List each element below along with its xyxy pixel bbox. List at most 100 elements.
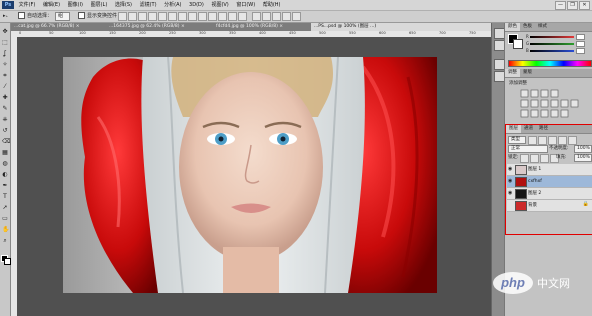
3d-roll-icon[interactable] [262, 12, 271, 21]
3d-slide-icon[interactable] [282, 12, 291, 21]
tab-masks[interactable]: 蒙版 [520, 69, 535, 77]
layer-row[interactable]: ◉ 图层 2 [507, 188, 592, 200]
tab-channels[interactable]: 通道 [521, 125, 536, 133]
filter-smart-icon[interactable] [568, 136, 577, 145]
magic-wand-icon[interactable]: ✧ [2, 62, 8, 68]
blue-slider[interactable]: B [526, 48, 585, 54]
eye-icon[interactable]: ◉ [508, 179, 513, 184]
distribute-top-icon[interactable] [178, 12, 187, 21]
align-left-icon[interactable] [148, 12, 157, 21]
menu-file[interactable]: 文件(F) [19, 0, 36, 10]
distribute-center-icon[interactable] [188, 12, 197, 21]
align-right-icon[interactable] [168, 12, 177, 21]
layer-row[interactable]: ◉ 图层 1 [507, 164, 592, 176]
document-tab[interactable]: ...164375.jpg @ 62.4% (RGB/8) × [106, 23, 217, 31]
red-track[interactable] [530, 36, 574, 38]
marquee-tool-icon[interactable]: ⬚ [2, 40, 8, 46]
menu-3d[interactable]: 3D(D) [189, 0, 204, 10]
layer-row[interactable]: 背景 🔒 [507, 200, 592, 212]
eye-icon[interactable]: ◉ [508, 191, 513, 196]
filter-type-icon[interactable] [548, 136, 557, 145]
blur-icon[interactable]: ◍ [2, 161, 8, 167]
distribute-right-icon[interactable] [228, 12, 237, 21]
green-slider[interactable]: G [526, 41, 585, 47]
3d-pan-icon[interactable] [272, 12, 281, 21]
document-image[interactable] [63, 57, 437, 293]
gradient-icon[interactable]: ▦ [2, 150, 8, 156]
tab-color[interactable]: 颜色 [505, 23, 520, 31]
transform-controls-checkbox[interactable] [78, 12, 85, 19]
healing-brush-icon[interactable]: ✚ [2, 95, 8, 101]
toolbox-background-swatch[interactable] [4, 258, 11, 265]
layer-kind-filter[interactable]: 类型 [508, 136, 526, 144]
close-button[interactable]: ✕ [579, 1, 590, 10]
lasso-tool-icon[interactable]: ʆ [2, 51, 8, 57]
auto-select-checkbox[interactable] [18, 12, 25, 19]
eye-icon-hidden[interactable] [508, 203, 513, 207]
align-top-icon[interactable] [118, 12, 127, 21]
color-spectrum-bar[interactable] [508, 60, 592, 67]
lock-transparent-icon[interactable] [520, 154, 529, 163]
menu-analysis[interactable]: 分析(A) [164, 0, 181, 10]
zoom-tool-icon[interactable]: ⌕ [2, 238, 8, 244]
distribute-left-icon[interactable] [208, 12, 217, 21]
blend-mode-dropdown[interactable]: 正常 [508, 145, 548, 153]
dodge-icon[interactable]: ◐ [2, 172, 8, 178]
filter-shape-icon[interactable] [558, 136, 567, 145]
fill-field[interactable]: 100% [574, 154, 592, 162]
filter-adjustment-icon[interactable] [538, 136, 547, 145]
green-track[interactable] [530, 43, 574, 45]
menu-window[interactable]: 窗口(W) [236, 0, 255, 10]
tab-paths[interactable]: 路径 [536, 125, 551, 133]
green-value-field[interactable] [576, 41, 585, 47]
blue-track[interactable] [530, 50, 574, 52]
red-slider[interactable]: R [526, 34, 585, 40]
auto-select-dropdown[interactable]: 组 [55, 12, 71, 21]
lock-image-icon[interactable] [530, 154, 539, 163]
align-middle-icon[interactable] [128, 12, 137, 21]
distribute-bottom-icon[interactable] [198, 12, 207, 21]
layer-row-selected[interactable]: ◉ cxfhxf [507, 176, 592, 188]
filter-pixel-icon[interactable] [528, 136, 537, 145]
menu-select[interactable]: 选择(S) [115, 0, 132, 10]
eyedropper-icon[interactable]: ⁄ [2, 84, 8, 90]
red-value-field[interactable] [576, 34, 585, 40]
menu-help[interactable]: 帮助(H) [263, 0, 281, 10]
lock-position-icon[interactable] [540, 154, 549, 163]
background-color-swatch[interactable] [513, 39, 523, 49]
tab-layers[interactable]: 图层 [506, 125, 521, 133]
align-center-icon[interactable] [158, 12, 167, 21]
blue-value-field[interactable] [576, 48, 585, 54]
menu-edit[interactable]: 编辑(E) [43, 0, 60, 10]
menu-view[interactable]: 视图(V) [211, 0, 228, 10]
tab-swatches[interactable]: 色板 [520, 23, 535, 31]
eraser-icon[interactable]: ⌫ [2, 139, 10, 145]
distribute-hcenter-icon[interactable] [218, 12, 227, 21]
restore-button[interactable]: ❐ [567, 1, 578, 10]
hand-tool-icon[interactable]: ✋ [2, 227, 9, 233]
document-tab-active[interactable]: ...PS...psd @ 100% (图层 ...) [311, 23, 496, 31]
document-tab[interactable]: ...cat.jpg @ 66.7% (RGB/8) × [11, 23, 110, 31]
opacity-field[interactable]: 100% [574, 145, 592, 153]
menu-image[interactable]: 图像(I) [68, 0, 83, 10]
shape-tool-icon[interactable]: ▭ [2, 216, 8, 222]
crop-tool-icon[interactable]: ⌗ [2, 73, 8, 79]
history-brush-icon[interactable]: ↺ [2, 128, 8, 134]
move-tool-icon[interactable]: ✥ [2, 29, 8, 35]
brush-tool-icon[interactable]: ✎ [2, 106, 8, 112]
tab-adjustments[interactable]: 调整 [505, 69, 520, 77]
move-tool-preset-icon[interactable]: ▸₊ [3, 12, 8, 21]
align-bottom-icon[interactable] [138, 12, 147, 21]
clone-stamp-icon[interactable]: ⎈ [2, 117, 8, 123]
document-tab[interactable]: f4cfd4.jpg @ 100% (RGB/8) × [213, 23, 315, 31]
pen-tool-icon[interactable]: ✒ [2, 183, 8, 189]
tab-styles[interactable]: 样式 [535, 23, 550, 31]
3d-rotate-icon[interactable] [252, 12, 261, 21]
3d-scale-icon[interactable] [292, 12, 301, 21]
menu-filter[interactable]: 滤镜(T) [140, 0, 157, 10]
menu-layer[interactable]: 图层(L) [91, 0, 108, 10]
eye-icon[interactable]: ◉ [508, 167, 513, 172]
auto-align-icon[interactable] [238, 12, 247, 21]
path-select-icon[interactable]: ➚ [2, 205, 8, 211]
type-tool-icon[interactable]: T [2, 194, 8, 200]
